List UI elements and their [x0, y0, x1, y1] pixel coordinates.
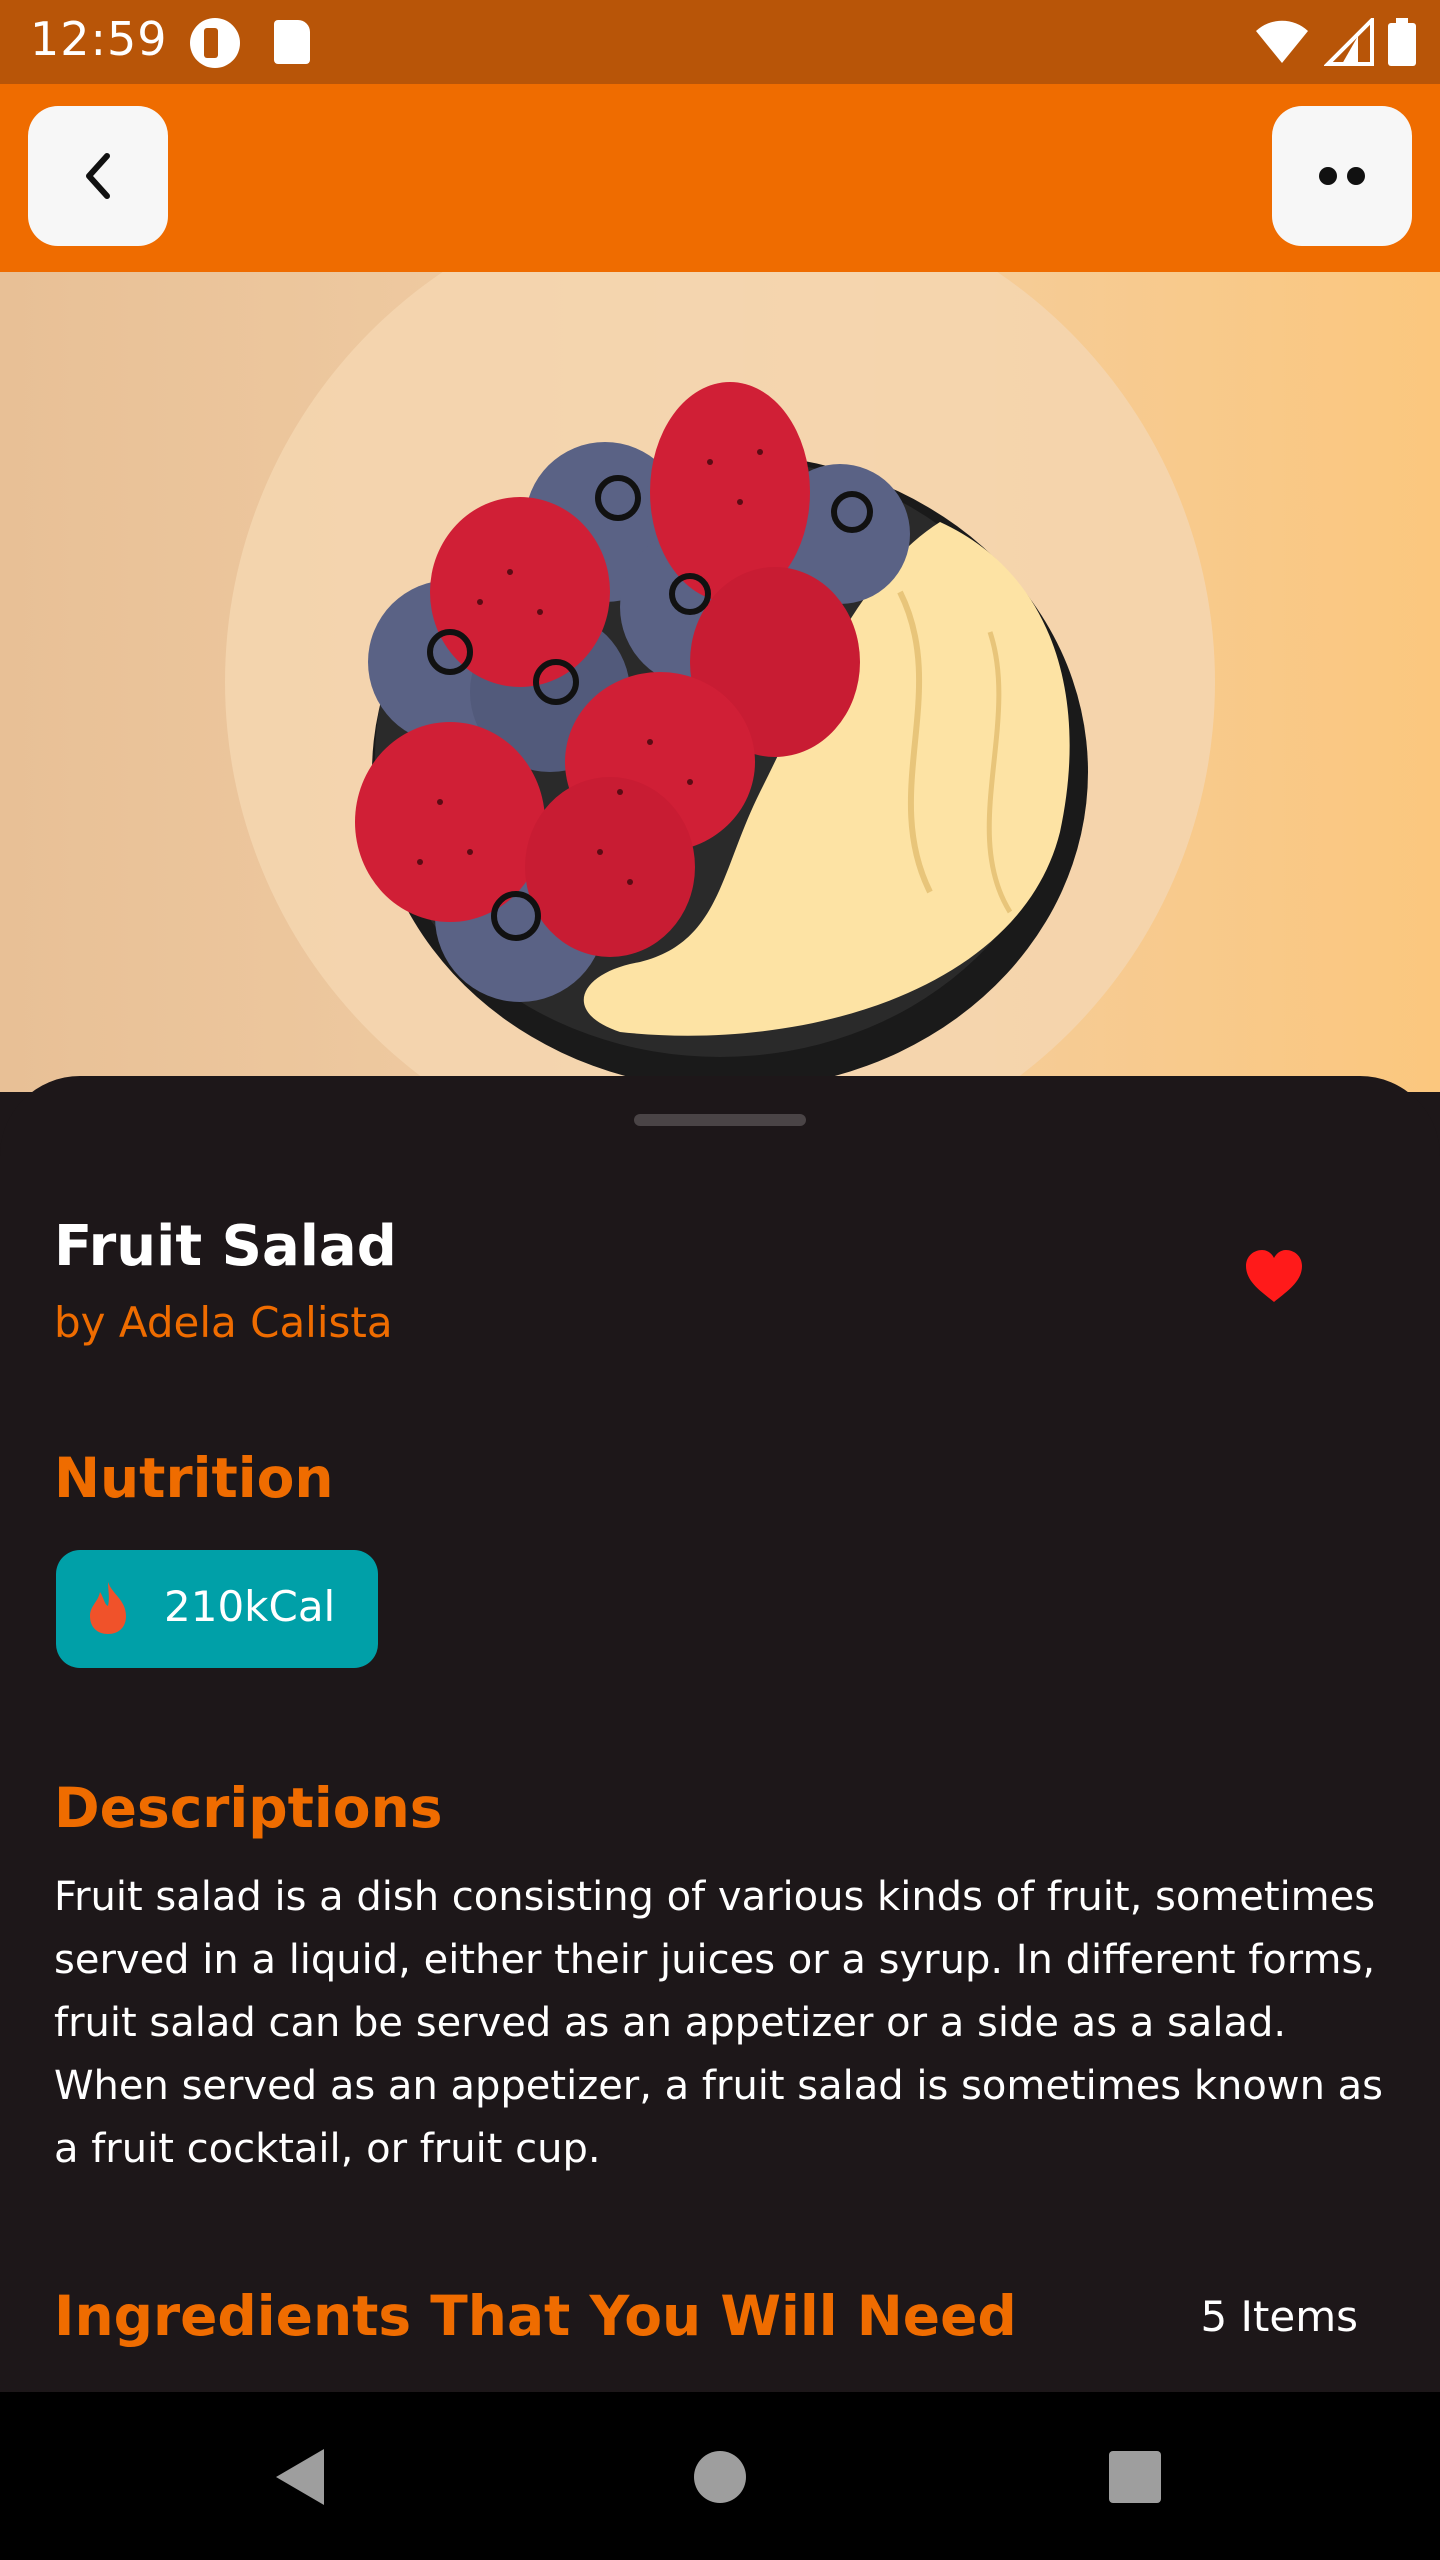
- nav-recents-icon: [1109, 2451, 1161, 2503]
- more-dots-icon: [1319, 167, 1365, 185]
- status-bar: 12:59: [0, 0, 1440, 84]
- more-options-button[interactable]: [1272, 106, 1412, 246]
- status-time: 12:59: [30, 12, 168, 66]
- nav-home-button[interactable]: [675, 2432, 765, 2522]
- ingredients-count: 5 Items: [1200, 2292, 1358, 2341]
- recipe-author: by Adela Calista: [54, 1298, 393, 1347]
- nutrition-heading: Nutrition: [54, 1446, 334, 1510]
- app-bar: [0, 84, 1440, 272]
- recipe-details-sheet[interactable]: Fruit Salad by Adela Calista Nutrition 2…: [0, 1076, 1440, 2392]
- favorite-heart-icon[interactable]: [1244, 1248, 1304, 1304]
- app-notification-icon: [190, 18, 240, 68]
- nav-home-icon: [694, 2451, 746, 2503]
- ingredients-heading: Ingredients That You Will Need: [54, 2284, 1017, 2348]
- nav-back-icon: [276, 2449, 324, 2505]
- battery-icon: [1388, 18, 1416, 66]
- system-nav-bar: [0, 2392, 1440, 2560]
- sd-card-icon: [274, 20, 310, 64]
- nav-recents-button[interactable]: [1090, 2432, 1180, 2522]
- signal-icon: [1324, 18, 1374, 66]
- wifi-icon: [1256, 20, 1308, 63]
- calories-chip: 210kCal: [56, 1550, 378, 1668]
- nav-back-button[interactable]: [255, 2432, 345, 2522]
- descriptions-heading: Descriptions: [54, 1776, 443, 1840]
- recipe-title: Fruit Salad: [54, 1214, 397, 1279]
- back-button[interactable]: [28, 106, 168, 246]
- chevron-left-icon: [86, 153, 110, 199]
- sheet-drag-handle[interactable]: [634, 1114, 806, 1126]
- calories-value: 210kCal: [164, 1582, 336, 1631]
- flame-icon: [90, 1582, 126, 1634]
- description-text: Fruit salad is a dish consisting of vari…: [54, 1874, 1383, 2172]
- status-icons: [1254, 16, 1416, 68]
- fruit-salad-bowl-illustration: [225, 272, 1215, 1092]
- hero-image: [0, 272, 1440, 1092]
